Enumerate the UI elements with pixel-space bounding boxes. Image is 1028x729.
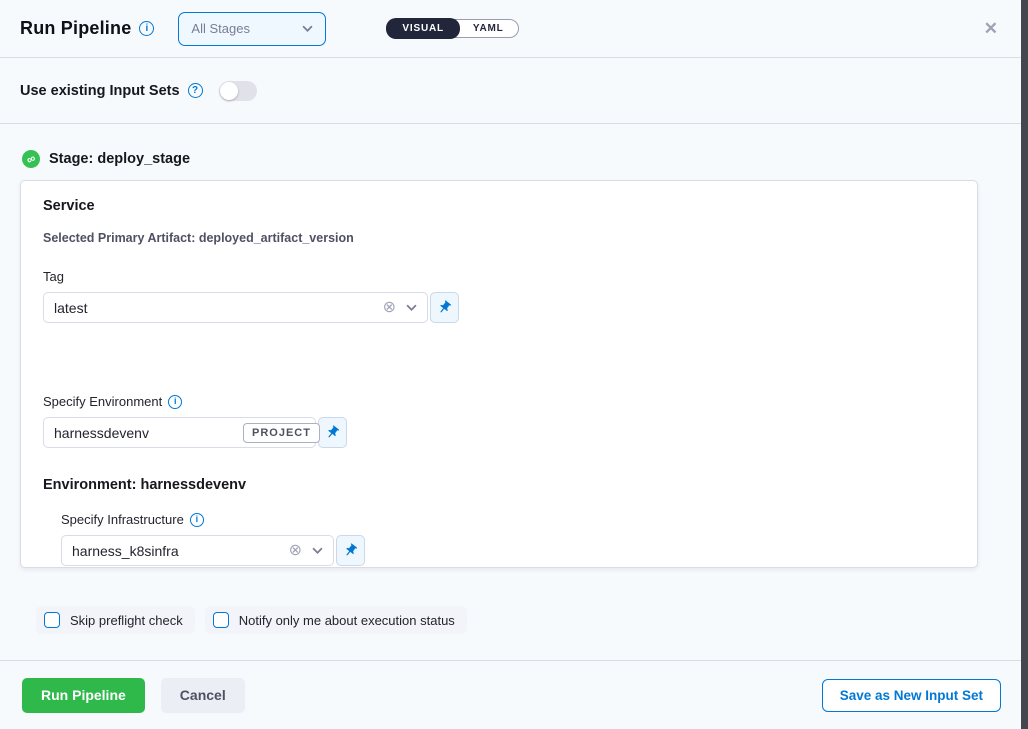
stage-filter-value: All Stages	[191, 21, 250, 36]
tab-yaml[interactable]: YAML	[459, 19, 518, 38]
info-icon: i	[190, 513, 204, 527]
stage-row: ∞ Stage: deploy_stage	[22, 150, 1008, 168]
info-icon: i	[139, 21, 154, 36]
modal-header: Run Pipeline i All Stages VISUAL YAML ✕	[0, 0, 1028, 58]
tab-visual[interactable]: VISUAL	[386, 18, 459, 39]
infrastructure-label: Specify Infrastructure	[61, 512, 184, 527]
skip-preflight-option[interactable]: Skip preflight check	[36, 606, 195, 634]
run-pipeline-button[interactable]: Run Pipeline	[22, 678, 145, 713]
pin-icon	[340, 540, 361, 561]
input-sets-row: Use existing Input Sets ?	[0, 58, 1028, 124]
modal-body: ∞ Stage: deploy_stage Service Selected P…	[0, 150, 1028, 634]
deploy-stage-icon: ∞	[19, 147, 43, 171]
notify-me-label: Notify only me about execution status	[239, 613, 455, 628]
help-icon[interactable]: ?	[188, 83, 203, 98]
infrastructure-pin-button[interactable]	[336, 535, 365, 566]
cancel-button[interactable]: Cancel	[161, 678, 245, 713]
infrastructure-input-row: ⊗	[61, 535, 955, 566]
execution-options-row: Skip preflight check Notify only me abou…	[20, 606, 1008, 634]
skip-preflight-label: Skip preflight check	[70, 613, 183, 628]
page-title: Run Pipeline	[20, 18, 131, 39]
chevron-down-icon	[302, 25, 313, 32]
chevron-down-icon[interactable]	[406, 304, 417, 311]
stage-filter-dropdown[interactable]: All Stages	[178, 12, 326, 46]
input-sets-label: Use existing Input Sets	[20, 83, 180, 99]
input-sets-toggle[interactable]	[219, 81, 257, 101]
tag-pin-button[interactable]	[430, 292, 459, 323]
pin-icon	[322, 422, 343, 443]
environment-label: Specify Environment	[43, 394, 162, 409]
infrastructure-input-wrap: ⊗	[61, 535, 334, 566]
infrastructure-label-row: Specify Infrastructure i	[61, 512, 955, 527]
environment-label-row: Specify Environment i	[43, 394, 955, 409]
modal-footer: Run Pipeline Cancel Save as New Input Se…	[0, 660, 1021, 729]
background-overlay-edge	[1021, 0, 1028, 729]
toggle-knob	[220, 82, 238, 100]
stage-label: Stage: deploy_stage	[49, 151, 190, 167]
environment-heading: Environment: harnessdevenv	[43, 477, 955, 493]
tag-input[interactable]	[54, 300, 383, 316]
service-card: Service Selected Primary Artifact: deplo…	[20, 180, 978, 568]
visual-yaml-toggle: VISUAL YAML	[386, 19, 518, 38]
info-icon: i	[168, 395, 182, 409]
environment-input[interactable]	[54, 425, 235, 441]
clear-icon[interactable]: ⊗	[289, 543, 302, 559]
environment-input-row: PROJECT	[43, 417, 955, 448]
run-pipeline-modal: Run Pipeline i All Stages VISUAL YAML ✕ …	[0, 0, 1028, 729]
chevron-down-icon[interactable]	[312, 547, 323, 554]
save-as-new-input-set-button[interactable]: Save as New Input Set	[822, 679, 1001, 712]
service-card-title: Service	[43, 198, 955, 214]
close-icon[interactable]: ✕	[980, 16, 1002, 41]
tag-input-wrap: ⊗	[43, 292, 428, 323]
tag-input-row: ⊗	[43, 292, 955, 323]
tag-label: Tag	[43, 269, 955, 284]
scope-badge: PROJECT	[243, 423, 320, 443]
infrastructure-input[interactable]	[72, 543, 289, 559]
environment-input-wrap: PROJECT	[43, 417, 316, 448]
notify-me-checkbox[interactable]	[213, 612, 229, 628]
environment-pin-button[interactable]	[318, 417, 347, 448]
infrastructure-block: Specify Infrastructure i ⊗	[61, 512, 955, 566]
pin-icon	[434, 297, 455, 318]
notify-me-option[interactable]: Notify only me about execution status	[205, 606, 467, 634]
selected-artifact-text: Selected Primary Artifact: deployed_arti…	[43, 231, 955, 245]
clear-icon[interactable]: ⊗	[383, 300, 396, 316]
skip-preflight-checkbox[interactable]	[44, 612, 60, 628]
